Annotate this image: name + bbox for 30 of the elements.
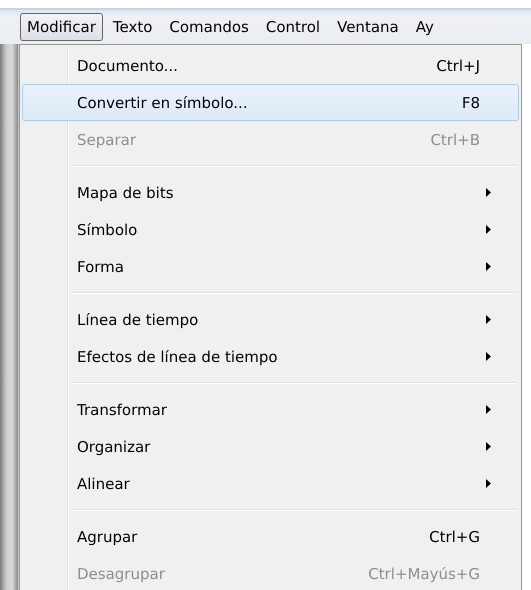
submenu-arrow-icon: [486, 479, 491, 488]
menu-item[interactable]: Alinear: [22, 465, 519, 502]
menu-item[interactable]: Mapa de bits: [22, 174, 519, 211]
menu-item[interactable]: Símbolo: [22, 211, 519, 248]
submenu-arrow-icon: [486, 225, 491, 234]
shortcut-label: Ctrl+B: [430, 130, 480, 148]
menu-item[interactable]: Línea de tiempo: [22, 301, 519, 338]
menu-title[interactable]: Ay: [408, 13, 441, 41]
menu-title[interactable]: Modificar: [20, 13, 103, 41]
menu-title[interactable]: Texto: [106, 13, 160, 41]
menu-item[interactable]: Transformar: [22, 391, 519, 428]
menu-item[interactable]: Agrupar Ctrl+G: [22, 518, 519, 555]
menu-title[interactable]: Control: [258, 13, 328, 41]
submenu-arrow-icon: [486, 262, 491, 271]
submenu-arrow-icon: [486, 315, 491, 324]
submenu-arrow-icon: [486, 405, 491, 414]
menu-item[interactable]: Convertir en símbolo... F8: [22, 84, 519, 121]
menu-item[interactable]: Organizar: [22, 428, 519, 465]
shortcut-label: F8: [462, 94, 480, 112]
menu-title[interactable]: Ventana: [330, 13, 406, 41]
menu-item[interactable]: Efectos de línea de tiempo: [22, 338, 519, 375]
menu-title[interactable]: Comandos: [162, 13, 256, 41]
shortcut-label: Ctrl+J: [436, 56, 480, 74]
menu-item[interactable]: Documento... Ctrl+J: [22, 47, 519, 84]
submenu-arrow-icon: [486, 188, 491, 197]
shortcut-label: Ctrl+Mayús+G: [368, 564, 480, 582]
submenu-arrow-icon: [486, 442, 491, 451]
menu-item[interactable]: Forma: [22, 248, 519, 285]
submenu-arrow-icon: [486, 352, 491, 361]
shortcut-label: Ctrl+G: [429, 528, 480, 546]
